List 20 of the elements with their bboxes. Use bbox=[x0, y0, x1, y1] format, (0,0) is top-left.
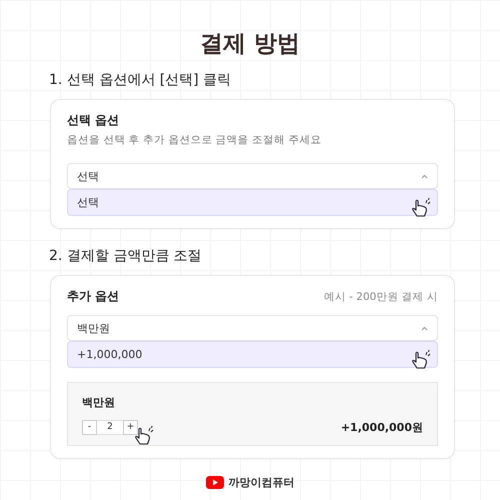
decrease-button[interactable]: - bbox=[82, 420, 97, 435]
page-title: 결제 방법 bbox=[198, 30, 301, 59]
quantity-field[interactable]: 2 bbox=[97, 420, 123, 435]
chevron-up-icon bbox=[421, 174, 428, 178]
channel-name: 까망이컴퓨터 bbox=[228, 475, 294, 490]
item-price: +1,000,000원 bbox=[340, 420, 423, 435]
play-logo-icon bbox=[206, 476, 224, 489]
dropdown-option[interactable]: +1,000,000 bbox=[67, 341, 438, 368]
dropdown-select[interactable]: 백만원 bbox=[67, 315, 438, 341]
card-description: 옵션을 선택 후 추가 옵션으로 금액을 조절해 주세요 bbox=[67, 133, 322, 147]
step-heading: 2. 결제할 금액만큼 조절 bbox=[49, 247, 203, 265]
chevron-up-icon bbox=[421, 326, 428, 330]
dropdown-select[interactable]: 선택 bbox=[67, 163, 438, 189]
card-title: 선택 옵션 bbox=[67, 112, 120, 129]
example-note: 예시 - 200만원 결제 시 bbox=[324, 290, 438, 304]
step-heading: 1. 선택 옵션에서 [선택] 클릭 bbox=[49, 71, 232, 89]
card-title: 추가 옵션 bbox=[67, 288, 120, 305]
dropdown-option[interactable]: 선택 bbox=[67, 189, 438, 216]
item-name: 백만원 bbox=[82, 395, 116, 410]
increase-button[interactable]: + bbox=[123, 420, 138, 435]
